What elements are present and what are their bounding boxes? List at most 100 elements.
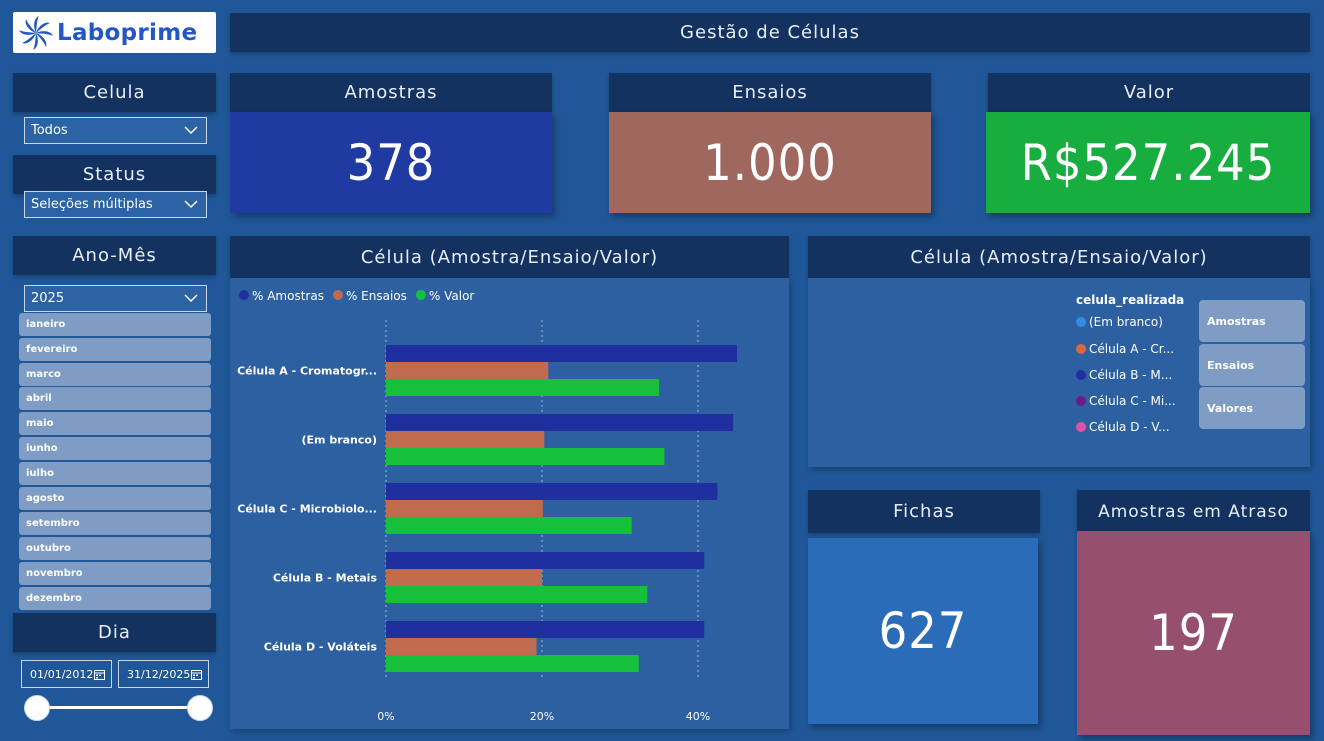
chart-legend-dot — [332, 290, 343, 300]
category-label: Célula D - Voláteis — [264, 641, 378, 654]
kpi-amostras-card: 378 — [230, 112, 552, 213]
legend-label: Célula B - M... — [1089, 368, 1173, 382]
bar — [386, 655, 639, 672]
x-tick-label: 0% — [377, 710, 394, 723]
legend-item[interactable]: Célula D - V... — [1076, 420, 1170, 434]
legend-item[interactable]: Célula C - Mi... — [1076, 394, 1176, 408]
kpi-valor-value: R$527.245 — [1020, 133, 1276, 192]
bar — [386, 345, 737, 362]
legend-item[interactable]: Célula A - Cr... — [1076, 342, 1174, 356]
kpi-atraso-value: 197 — [1149, 604, 1238, 662]
category-label: Célula C - Microbiolo... — [237, 503, 377, 516]
month-item-novembro[interactable]: novembro — [19, 562, 211, 585]
x-tick-label: 40% — [686, 710, 710, 723]
celula-dropdown[interactable]: Todos — [24, 117, 207, 144]
bar — [386, 638, 537, 655]
right-panel-title: Célula (Amostra/Ensaio/Valor) — [808, 236, 1310, 278]
kpi-atraso-title: Amostras em Atraso — [1077, 490, 1310, 533]
valores-button[interactable]: Valores — [1199, 387, 1305, 429]
kpi-valor-card: R$527.245 — [986, 112, 1310, 213]
month-item-fevereiro[interactable]: fevereiro — [19, 338, 211, 361]
month-item-agosto[interactable]: agosto — [19, 487, 211, 510]
legend-dot — [1076, 422, 1086, 432]
bar — [386, 569, 542, 586]
month-item-dezembro[interactable]: dezembro — [19, 587, 211, 610]
ano-mes-filter-title: Ano-Mês — [13, 236, 216, 275]
chart-legend-dot — [415, 290, 426, 300]
bar — [386, 552, 705, 569]
month-item-marco[interactable]: marco — [19, 363, 211, 386]
status-filter-title: Status — [13, 155, 216, 194]
chevron-down-icon — [184, 126, 198, 135]
bar — [386, 517, 632, 534]
kpi-atraso-card: 197 — [1077, 531, 1310, 735]
date-range-slider-end-handle[interactable] — [187, 695, 213, 721]
end-date-value: 31/12/2025 — [127, 667, 191, 681]
category-label: (Em branco) — [302, 434, 378, 447]
calendar-icon — [191, 669, 202, 680]
kpi-ensaios-title: Ensaios — [609, 73, 931, 112]
ano-mes-dropdown-value: 2025 — [31, 291, 65, 306]
bar-chart: % Amostras % Ensaios % Valor 0% 20% 40% Célula… — [237, 289, 737, 723]
chevron-down-icon — [184, 200, 198, 209]
bar — [386, 379, 659, 396]
pinwheel-icon — [19, 15, 53, 50]
chart-legend-label: % Amostras — [252, 289, 324, 303]
kpi-ensaios-value: 1.000 — [703, 133, 837, 192]
legend-item[interactable]: (Em branco) — [1076, 315, 1163, 329]
bar — [386, 431, 545, 448]
start-date-input[interactable]: 01/01/2012 — [21, 660, 112, 688]
x-tick-label: 20% — [530, 710, 554, 723]
month-item-iunho[interactable]: iunho — [19, 437, 211, 460]
chart-legend-dot — [239, 290, 249, 300]
month-item-ianeiro[interactable]: ianeiro — [19, 313, 211, 336]
status-dropdown[interactable]: Seleções múltiplas — [24, 191, 207, 218]
page-title: Gestão de Células — [230, 13, 1310, 52]
bar — [386, 448, 665, 465]
logo: Laboprime — [13, 12, 216, 53]
chevron-down-icon — [184, 294, 198, 303]
kpi-amostras-title: Amostras — [230, 73, 552, 112]
kpi-fichas-title: Fichas — [808, 490, 1040, 533]
bar — [386, 586, 648, 603]
kpi-fichas-card: 627 — [808, 538, 1038, 724]
bar — [386, 483, 718, 500]
chart-panel: % Amostras % Ensaios % Valor 0% 20% 40% Célula… — [230, 278, 789, 729]
ano-mes-dropdown[interactable]: 2025 — [24, 285, 207, 312]
legend-dot — [1076, 370, 1086, 380]
date-range-slider-start-handle[interactable] — [24, 695, 50, 721]
month-item-maio[interactable]: maio — [19, 412, 211, 435]
kpi-fichas-value: 627 — [878, 602, 968, 660]
month-item-iulho[interactable]: iulho — [19, 462, 211, 485]
chart-legend-label: % Valor — [429, 289, 475, 303]
amostras-button[interactable]: Amostras — [1199, 300, 1305, 342]
dia-filter-title: Dia — [13, 613, 216, 652]
month-item-abril[interactable]: abril — [19, 387, 211, 410]
month-item-outubro[interactable]: outubro — [19, 537, 211, 560]
ensaios-button[interactable]: Ensaios — [1199, 344, 1305, 386]
legend-label: Célula D - V... — [1089, 420, 1170, 434]
legend-title: celula_realizada — [1076, 293, 1185, 307]
date-range-slider-track[interactable] — [36, 706, 200, 709]
logo-text: Laboprime — [57, 19, 198, 46]
legend-label: (Em branco) — [1089, 315, 1163, 329]
legend-label: Célula C - Mi... — [1089, 394, 1176, 408]
bar — [386, 414, 734, 431]
kpi-ensaios-card: 1.000 — [609, 112, 931, 213]
legend-dot — [1076, 396, 1086, 406]
month-item-setembro[interactable]: setembro — [19, 512, 211, 535]
bar — [386, 362, 549, 379]
legend-dot — [1076, 317, 1086, 327]
legend-item[interactable]: Célula B - M... — [1076, 368, 1172, 382]
celula-dropdown-value: Todos — [31, 123, 68, 138]
category-label: Célula A - Cromatogr... — [237, 365, 377, 378]
status-dropdown-value: Seleções múltiplas — [31, 197, 153, 212]
end-date-input[interactable]: 31/12/2025 — [118, 660, 209, 688]
category-label: Célula B - Metais — [273, 572, 378, 585]
legend-dot — [1076, 344, 1086, 354]
legend-label: Célula A - Cr... — [1089, 342, 1175, 356]
start-date-value: 01/01/2012 — [30, 667, 94, 681]
kpi-amostras-value: 378 — [346, 133, 436, 192]
calendar-icon — [94, 669, 105, 680]
chart-title: Célula (Amostra/Ensaio/Valor) — [230, 236, 789, 278]
